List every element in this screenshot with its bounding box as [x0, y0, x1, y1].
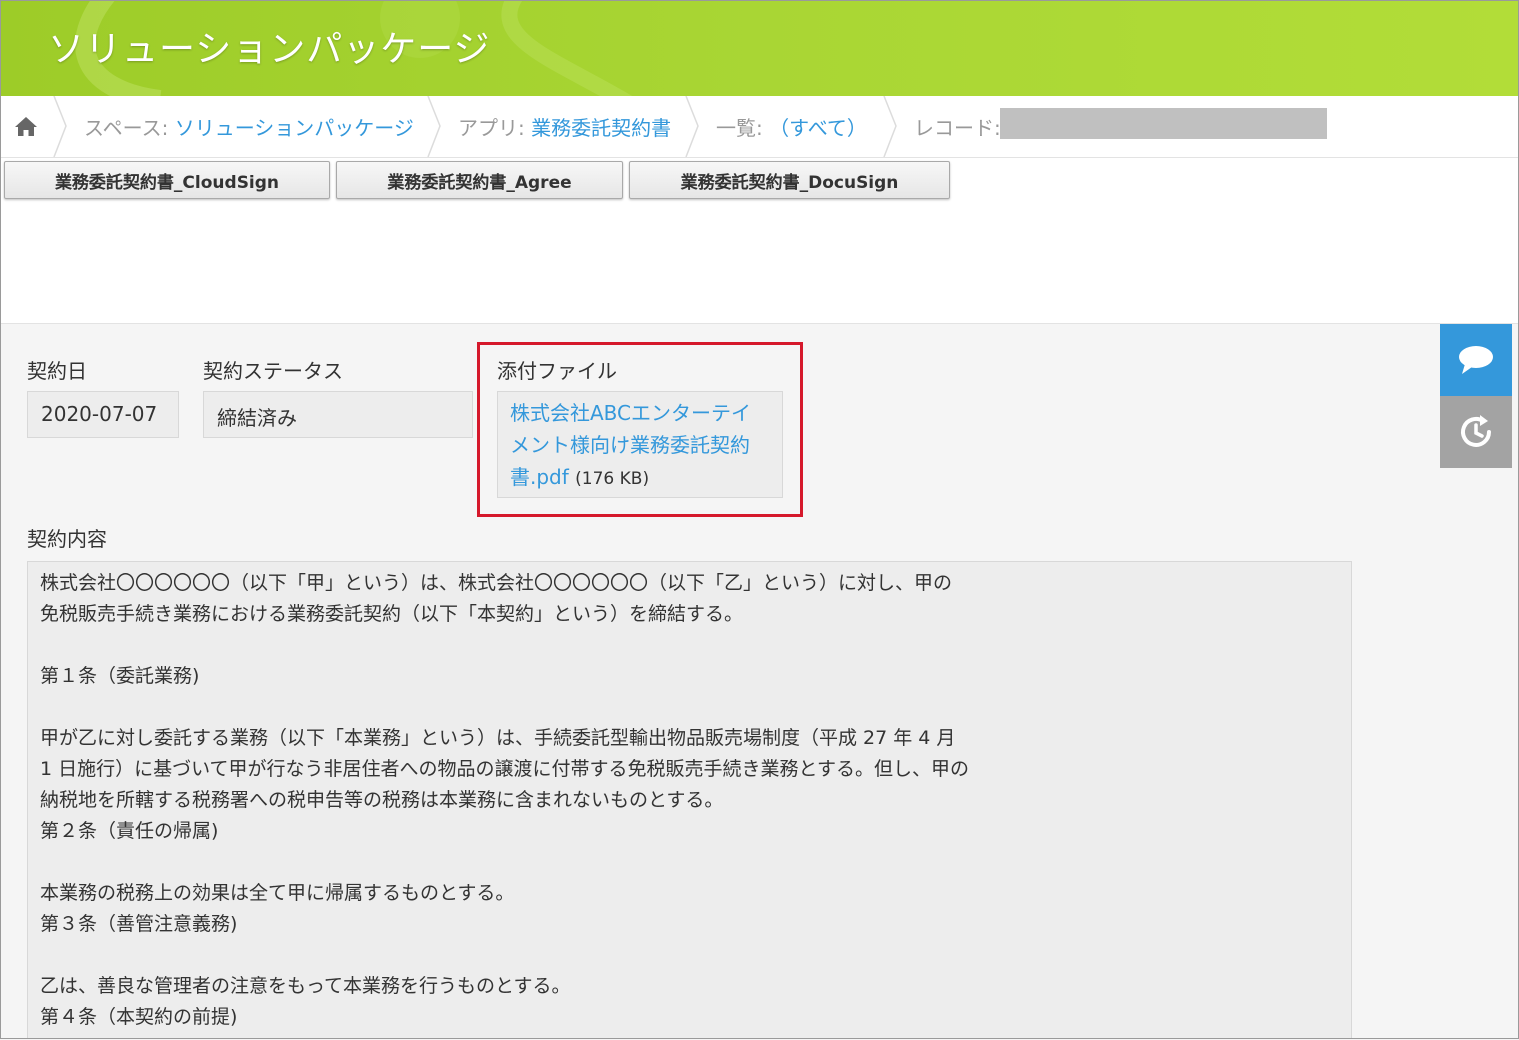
contract-date-value: 2020-07-07 [27, 391, 179, 438]
breadcrumb-separator-icon [883, 96, 897, 157]
contract-body-line: 第３条（善管注意義務) [40, 913, 238, 935]
attachment-highlight-box [477, 342, 803, 517]
breadcrumb-separator-icon [427, 96, 441, 157]
contract-body-line: 株式会社〇〇〇〇〇〇（以下「甲」という）は、株式会社〇〇〇〇〇〇（以下「乙」とい… [40, 572, 953, 594]
contract-body-line: 第４条（本契約の前提) [40, 1006, 238, 1028]
breadcrumb-app-label: アプリ: [458, 116, 525, 140]
contract-body-line [40, 692, 1339, 723]
home-icon[interactable] [12, 112, 40, 140]
breadcrumb-space-link[interactable]: ソリューションパッケージ [175, 116, 414, 140]
contract-body-line: 免税販売手続き業務における業務委託契約（以下「本契約」という）を締結する。 [40, 603, 744, 625]
breadcrumb-record-label: レコード: [914, 116, 1001, 140]
contract-body-line: 納税地を所轄する税務署への税申告等の税務は本業務に含まれないものとする。 [40, 789, 724, 811]
contract-body-value: 株式会社〇〇〇〇〇〇（以下「甲」という）は、株式会社〇〇〇〇〇〇（以下「乙」とい… [27, 561, 1352, 1039]
comment-button[interactable] [1440, 324, 1512, 396]
contract-body-line: 乙は、善良な管理者の注意をもって本業務を行うものとする。 [40, 975, 571, 997]
contract-body-line [40, 630, 1339, 661]
contract-date-label: 契約日 [27, 359, 87, 383]
cloudsign-button[interactable]: 業務委託契約書_CloudSign [4, 161, 330, 199]
breadcrumb-separator-icon [685, 96, 699, 157]
breadcrumb-app-link[interactable]: 業務委託契約書 [531, 116, 671, 140]
history-button[interactable] [1440, 396, 1512, 468]
breadcrumb-app: アプリ: 業務委託契約書 [458, 112, 671, 141]
contract-body-line: 第１条（委託業務) [40, 665, 200, 687]
history-icon [1461, 415, 1491, 447]
contract-body-line: 甲が乙に対し委託する業務（以下「本業務」という）は、手続委託型輸出物品販売場制度… [40, 727, 956, 749]
docusign-button[interactable]: 業務委託契約書_DocuSign [629, 161, 950, 199]
contract-status-value: 締結済み [203, 391, 473, 438]
redacted-record-name [1000, 108, 1327, 139]
breadcrumb-separator-icon [53, 96, 67, 157]
contract-status-label: 契約ステータス [203, 359, 343, 383]
contract-body-line: 本業務の税務上の効果は全て甲に帰属するものとする。 [40, 882, 515, 904]
agree-button[interactable]: 業務委託契約書_Agree [336, 161, 623, 199]
breadcrumb: スペース: ソリューションパッケージ アプリ: 業務委託契約書 一覧: （すべて… [0, 96, 1519, 158]
breadcrumb-space: スペース: ソリューションパッケージ [84, 112, 414, 141]
contract-body-line: 1 日施行）に基づいて甲が行なう非居住者への物品の譲渡に付帯する免税販売手続き業… [40, 758, 969, 780]
contract-body-line [40, 847, 1339, 878]
breadcrumb-space-label: スペース: [84, 116, 169, 140]
space-header: ソリューションパッケージ [0, 0, 1519, 96]
contract-body-label: 契約内容 [27, 527, 107, 551]
contract-body-line: 第２条（責任の帰属) [40, 820, 219, 842]
space-title: ソリューションパッケージ [48, 29, 491, 70]
breadcrumb-view-label: 一覧: [716, 116, 763, 140]
breadcrumb-view-link[interactable]: （すべて） [769, 116, 867, 140]
breadcrumb-view: 一覧: （すべて） [716, 112, 867, 141]
breadcrumb-record: レコード: [914, 112, 1001, 141]
comment-icon [1459, 346, 1493, 374]
contract-body-line [40, 940, 1339, 971]
